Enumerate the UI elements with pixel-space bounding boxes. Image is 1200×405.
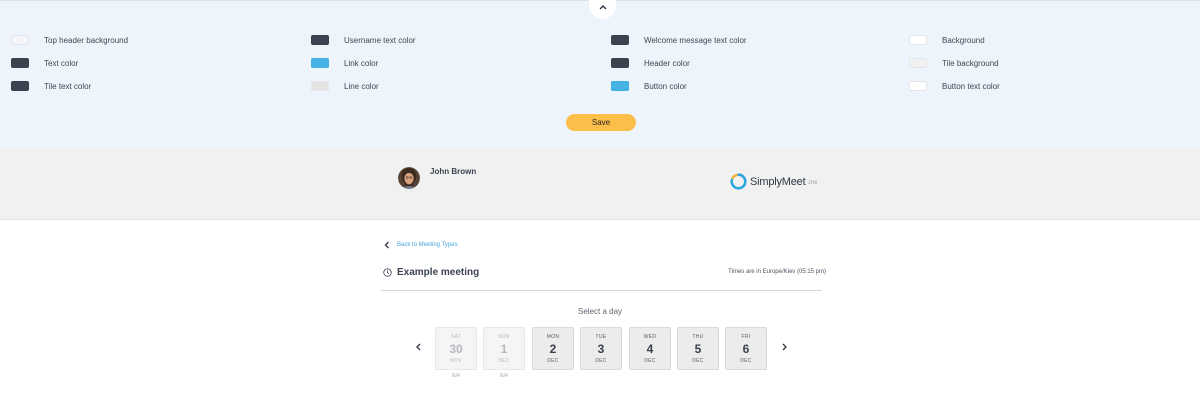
day-month: NOV [450, 358, 462, 364]
day-tile[interactable]: FRI 6 DEC [725, 327, 767, 370]
chevron-right-icon [782, 343, 787, 351]
day-month: DEC [644, 358, 656, 364]
back-link-label: Back to Meeting Types [397, 242, 458, 248]
color-option-tile-text-color[interactable]: Tile text color [11, 79, 91, 93]
logo-ring-icon [730, 173, 747, 190]
color-swatch[interactable] [611, 81, 629, 91]
day-number: 2 [549, 342, 557, 356]
day-of-week: MON [546, 334, 560, 340]
day-of-week: FRI [741, 334, 751, 340]
preview-header: John Brown SimplyMeet .me [0, 148, 1200, 220]
color-option-username-text-color[interactable]: Username text color [311, 33, 416, 47]
color-option-label: Username text color [344, 35, 416, 45]
color-swatch[interactable] [909, 58, 927, 68]
day-tile[interactable]: TUE 3 DEC [580, 327, 622, 370]
back-to-meeting-types-link[interactable]: Back to Meeting Types [384, 241, 458, 249]
color-option-line-color[interactable]: Line color [311, 79, 379, 93]
color-option-button-color[interactable]: Button color [611, 79, 687, 93]
day-of-week: SUN [498, 334, 510, 340]
day-number: 1 [500, 342, 508, 356]
color-settings-panel: Top header background Text color Tile te… [0, 0, 1200, 148]
color-option-label: Top header background [44, 35, 129, 45]
color-option-background[interactable]: Background [909, 33, 985, 47]
clock-icon [383, 268, 392, 277]
color-option-label: Link color [344, 58, 379, 68]
day-month: DEC [692, 358, 704, 364]
day-unavailable-note: N/A [451, 373, 461, 379]
simplymeet-logo: SimplyMeet .me [730, 173, 817, 190]
color-option-label: Welcome message text color [644, 35, 747, 45]
color-swatch[interactable] [11, 81, 29, 91]
color-swatch[interactable] [311, 81, 329, 91]
color-option-top-header-background[interactable]: Top header background [11, 33, 128, 47]
day-of-week: WED [643, 334, 657, 340]
day-number: 6 [742, 342, 750, 356]
logo-suffix: .me [807, 180, 818, 186]
day-number: 3 [597, 342, 605, 356]
color-option-label: Line color [344, 81, 379, 91]
color-swatch[interactable] [311, 58, 329, 68]
color-option-tile-background[interactable]: Tile background [909, 56, 999, 70]
color-option-welcome-message-text-color[interactable]: Welcome message text color [611, 33, 747, 47]
chevron-up-icon [599, 5, 606, 10]
collapse-panel-button[interactable] [589, 0, 616, 19]
avatar [398, 167, 420, 189]
day-tile[interactable]: WED 4 DEC [629, 327, 671, 370]
logo-text: SimplyMeet [750, 175, 806, 188]
color-option-label: Header color [644, 58, 690, 68]
day-tile[interactable]: MON 2 DEC [532, 327, 574, 370]
day-month: DEC [595, 358, 607, 364]
day-number: 5 [694, 342, 702, 356]
color-option-text-color[interactable]: Text color [11, 56, 78, 70]
day-unavailable-note: N/A [499, 373, 509, 379]
color-swatch[interactable] [311, 35, 329, 45]
meeting-title-row: Example meeting [383, 267, 479, 278]
chevron-left-icon [384, 241, 389, 249]
chevron-left-icon [415, 343, 420, 351]
next-days-button[interactable] [779, 341, 789, 353]
select-day-label: Select a day [577, 307, 623, 316]
save-button[interactable]: Save [566, 114, 636, 131]
timezone-info: Times are in Europe/Kiev (05:15 pm) [728, 269, 826, 275]
day-number: 4 [646, 342, 654, 356]
previous-days-button[interactable] [413, 341, 423, 353]
color-option-button-text-color[interactable]: Button text color [909, 79, 1000, 93]
day-month: DEC [740, 358, 752, 364]
day-tile[interactable]: THU 5 DEC [677, 327, 719, 370]
color-swatch[interactable] [11, 35, 29, 45]
day-month: DEC [498, 358, 510, 364]
color-option-label: Tile background [942, 58, 999, 68]
color-swatch[interactable] [611, 35, 629, 45]
color-option-header-color[interactable]: Header color [611, 56, 690, 70]
meeting-title: Example meeting [397, 267, 480, 278]
color-swatch[interactable] [909, 35, 927, 45]
day-of-week: SAT [450, 334, 462, 340]
day-tile: SAT 30 NOV [435, 327, 477, 370]
day-month: DEC [547, 358, 559, 364]
color-option-label: Text color [44, 58, 79, 68]
divider [381, 290, 822, 291]
color-swatch[interactable] [611, 58, 629, 68]
color-swatch[interactable] [11, 58, 29, 68]
color-option-label: Tile text color [44, 81, 92, 91]
color-swatch[interactable] [909, 81, 927, 91]
username: John Brown [430, 167, 477, 176]
day-of-week: TUE [595, 334, 607, 340]
color-option-link-color[interactable]: Link color [311, 56, 378, 70]
day-of-week: THU [692, 334, 704, 340]
color-option-label: Background [942, 35, 985, 45]
color-option-label: Button color [644, 81, 687, 91]
color-option-label: Button text color [942, 81, 1000, 91]
day-number: 30 [449, 342, 463, 356]
day-tile: SUN 1 DEC [483, 327, 525, 370]
